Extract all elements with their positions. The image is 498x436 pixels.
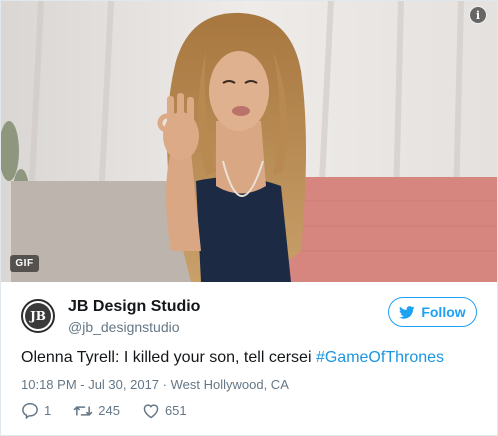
hashtag-link[interactable]: #GameOfThrones: [316, 349, 444, 366]
tweet-card: i GIF JB JB Design Studio @jb_designstud…: [0, 0, 498, 436]
avatar-logo: JB: [25, 303, 51, 329]
meta-separator: ·: [162, 377, 167, 392]
avatar[interactable]: JB: [21, 299, 55, 333]
tweet-text: Olenna Tyrell: I killed your son, tell c…: [21, 349, 444, 367]
author-handle[interactable]: @jb_designstudio: [68, 319, 180, 335]
twitter-bird-icon: [399, 305, 415, 319]
retweet-icon: [74, 405, 93, 416]
tweet-meta: 10:18 PM - Jul 30, 2017 · West Hollywood…: [21, 377, 289, 392]
gif-badge: GIF: [10, 255, 39, 272]
author-display-name[interactable]: JB Design Studio: [68, 298, 200, 316]
follow-button[interactable]: Follow: [388, 297, 477, 327]
reply-icon: [22, 402, 38, 419]
like-action[interactable]: 651: [142, 403, 187, 419]
retweet-count: 245: [98, 403, 120, 418]
location-link[interactable]: West Hollywood, CA: [171, 377, 289, 392]
tweet-media-gif[interactable]: i GIF: [1, 1, 497, 282]
reply-action[interactable]: 1: [21, 402, 51, 419]
follow-button-label: Follow: [421, 304, 466, 320]
tweet-actions: 1 245 651: [21, 402, 209, 419]
like-count: 651: [164, 403, 187, 418]
info-icon[interactable]: i: [469, 6, 487, 24]
reply-count: 1: [44, 403, 52, 418]
heart-icon: [143, 403, 159, 418]
timestamp-link[interactable]: 10:18 PM - Jul 30, 2017: [21, 377, 159, 392]
gif-frame-illustration: [1, 1, 497, 282]
retweet-action[interactable]: 245: [73, 403, 120, 419]
tweet-body: Olenna Tyrell: I killed your son, tell c…: [21, 349, 316, 366]
